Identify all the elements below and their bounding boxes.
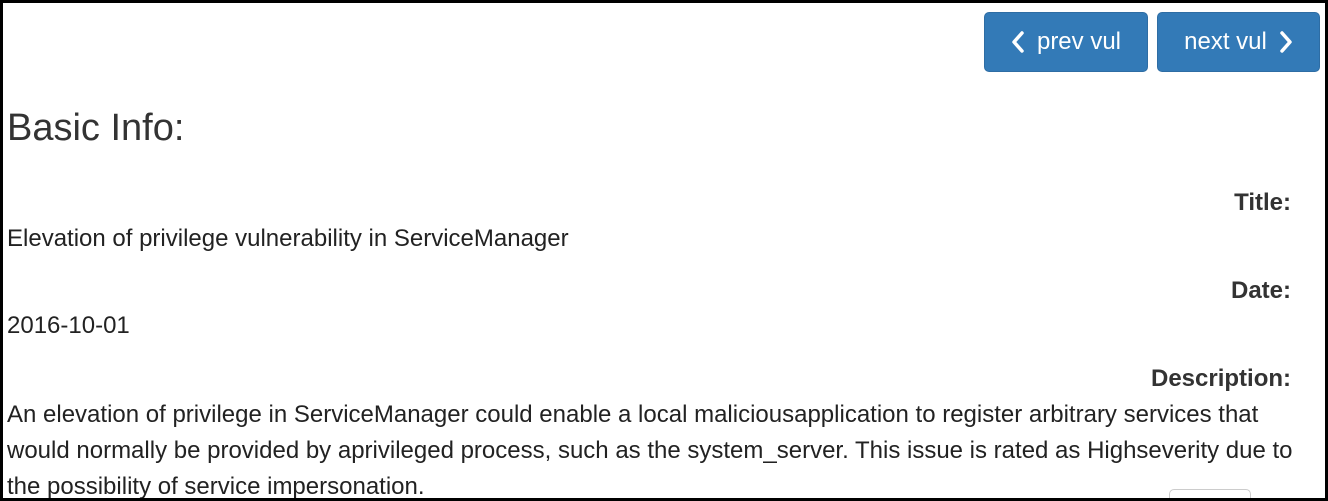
title-value: Elevation of privilege vulnerability in … <box>7 225 569 252</box>
partially-visible-button[interactable] <box>1169 489 1251 498</box>
basic-info-heading: Basic Info: <box>7 107 185 149</box>
description-value: An elevation of privilege in ServiceMana… <box>7 401 1293 500</box>
next-vul-button[interactable]: next vul <box>1157 12 1320 72</box>
prev-vul-label: prev vul <box>1036 28 1122 55</box>
title-label: Title: <box>1234 189 1291 216</box>
chevron-right-icon <box>1267 31 1293 53</box>
next-vul-label: next vul <box>1184 28 1267 55</box>
page-frame: prev vul next vul Basic Info: Title: Ele… <box>0 0 1328 501</box>
chevron-left-icon <box>1011 31 1037 53</box>
date-label: Date: <box>1230 277 1291 304</box>
prev-vul-button[interactable]: prev vul <box>984 12 1148 72</box>
description-label: Description: <box>1150 365 1291 392</box>
date-value: 2016-10-01 <box>7 312 130 339</box>
